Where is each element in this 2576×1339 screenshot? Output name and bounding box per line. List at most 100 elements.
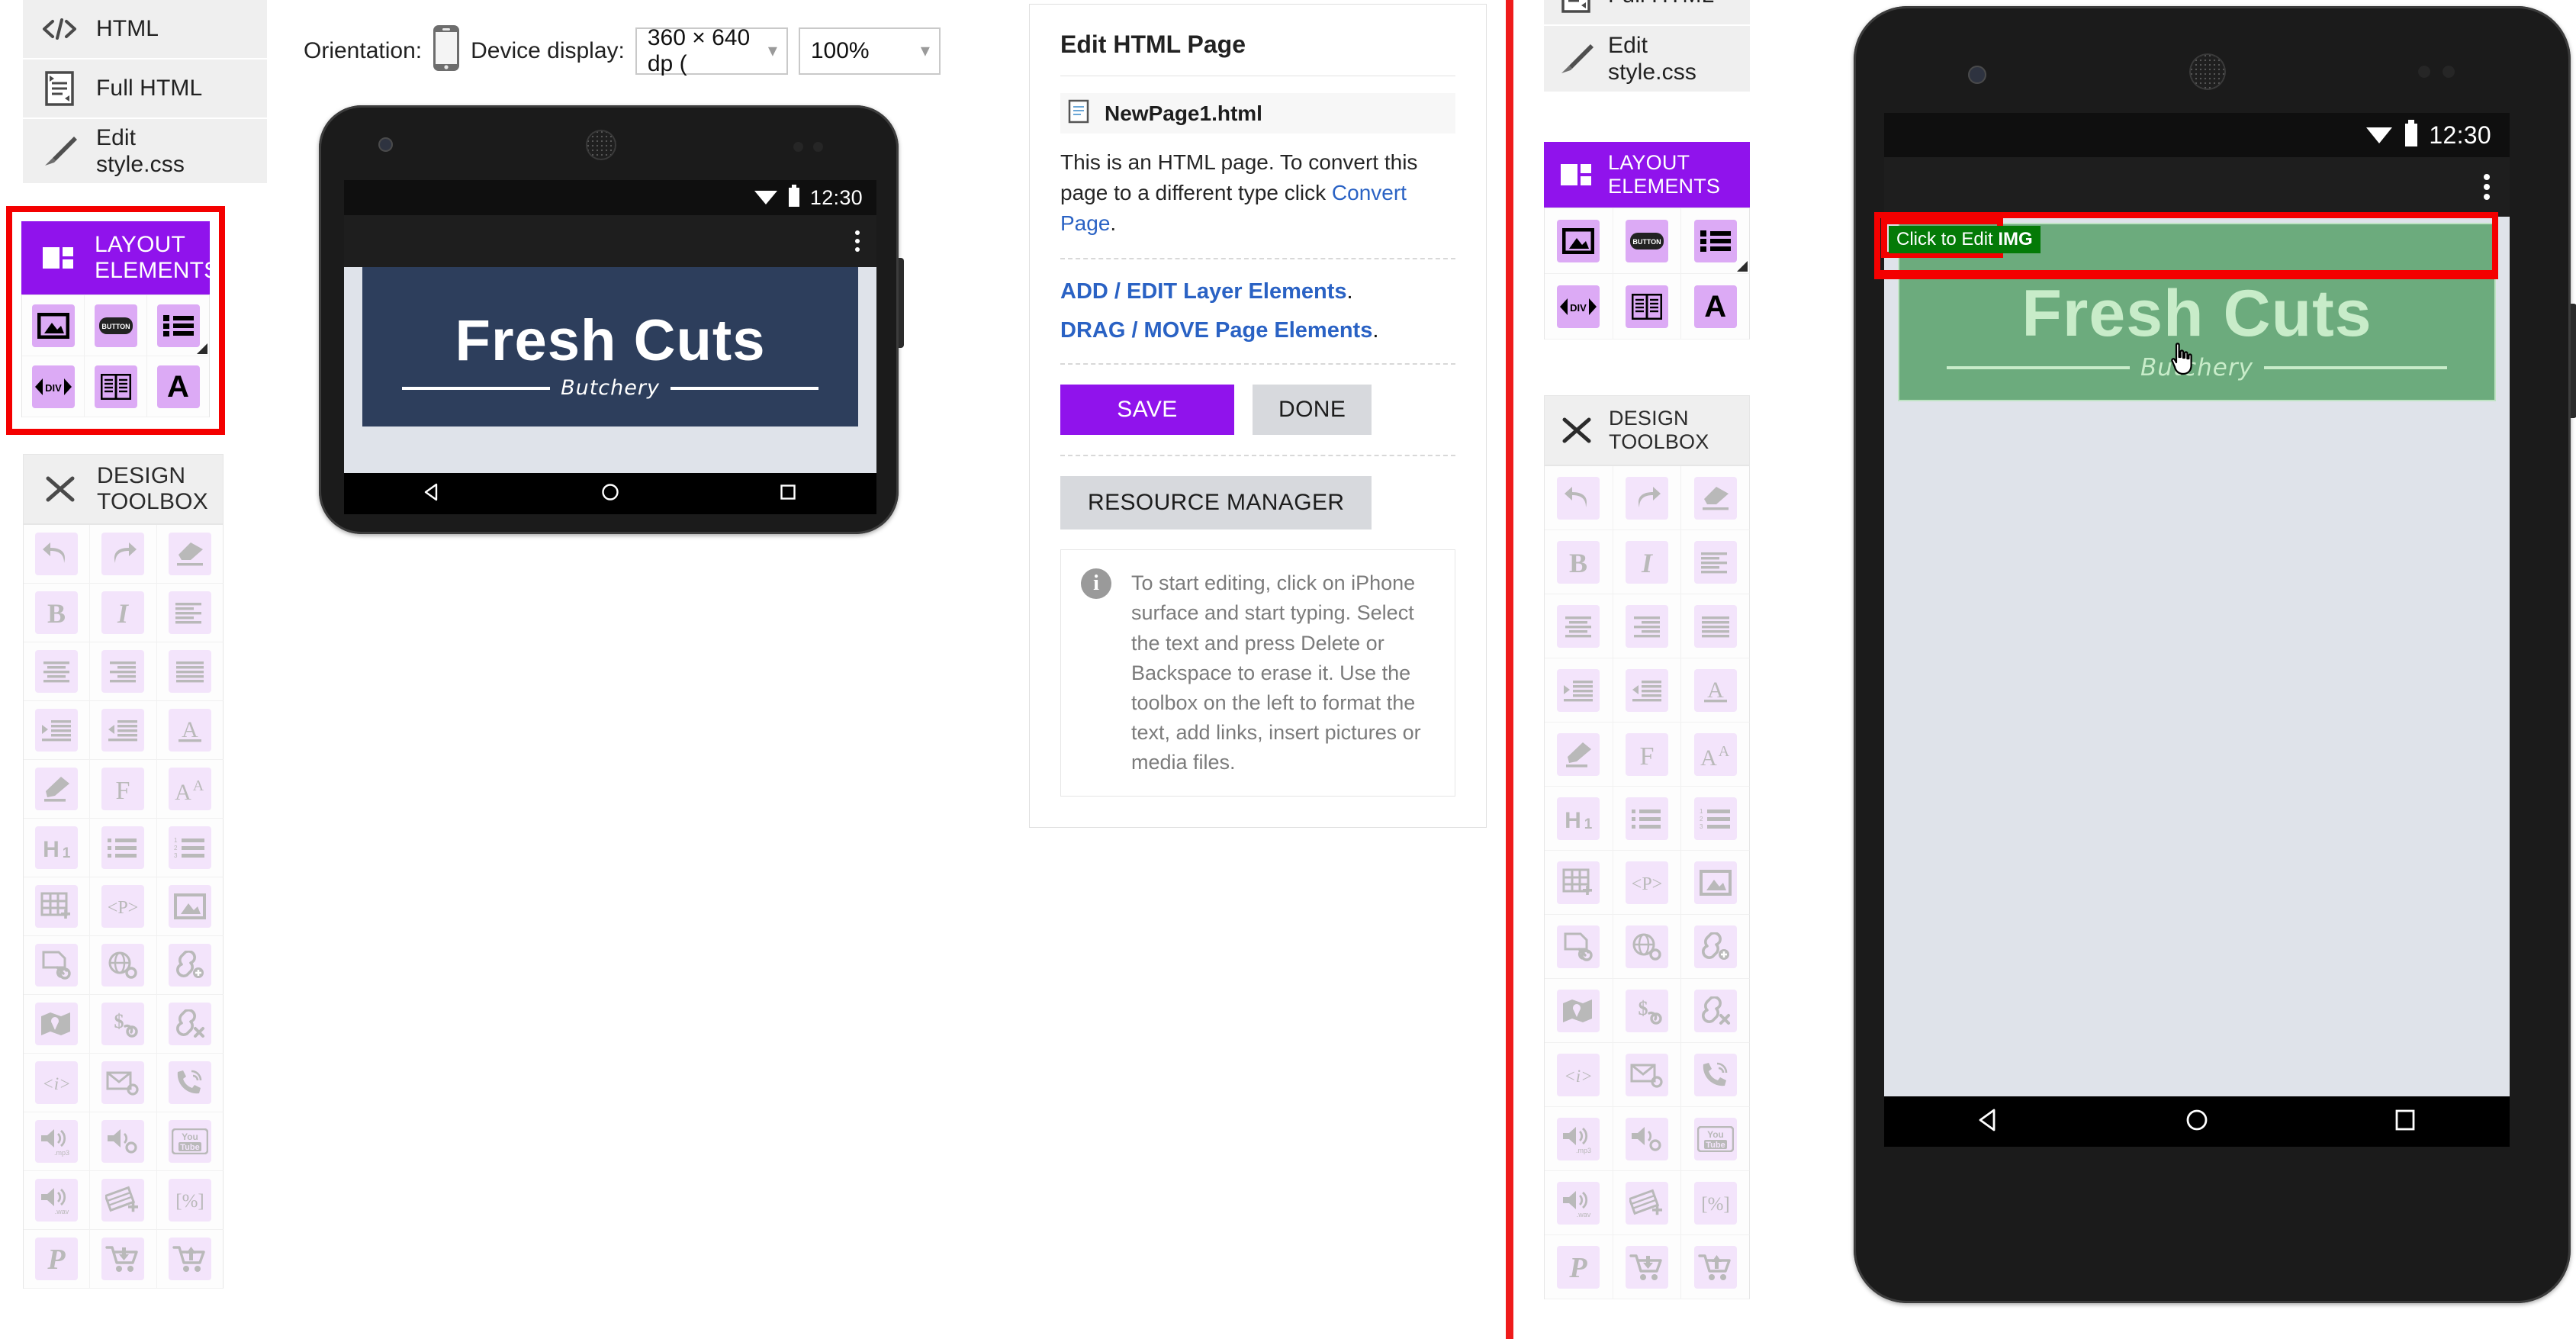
insert-button-tile[interactable]: BUTTON <box>1613 208 1682 274</box>
redo-tile[interactable] <box>90 525 157 584</box>
back-triangle-icon[interactable] <box>1976 1107 2002 1137</box>
align-right-tile[interactable] <box>1613 594 1682 658</box>
add-link-tile[interactable] <box>156 936 224 995</box>
numbered-list-tile[interactable]: 123 <box>1681 787 1750 851</box>
zoom-select[interactable]: 100% ▾ <box>798 27 941 75</box>
email-link-tile[interactable] <box>1613 1043 1682 1107</box>
file-link-tile[interactable] <box>1545 915 1613 979</box>
home-circle-icon[interactable] <box>2184 1107 2210 1137</box>
add-film-tile[interactable] <box>90 1171 157 1230</box>
audio-mp3-tile[interactable]: .mp3 <box>24 1112 91 1171</box>
highlighter-tile[interactable] <box>1545 723 1613 787</box>
kebab-menu-icon[interactable] <box>2484 174 2510 200</box>
insert-button-tile[interactable]: BUTTON <box>85 295 147 356</box>
insert-text-tile[interactable]: A <box>147 356 210 417</box>
insert-image-tile[interactable] <box>22 295 85 356</box>
italic-tag-tile[interactable]: <i> <box>24 1054 91 1112</box>
indent-decrease-tile[interactable] <box>1613 658 1682 723</box>
redo-tile[interactable] <box>1613 466 1682 530</box>
device-display-select[interactable]: 360 × 640 dp ( ▾ <box>635 25 788 76</box>
payment-link-tile[interactable]: $ <box>1613 979 1682 1043</box>
insert-table-tile[interactable] <box>24 877 91 936</box>
font-size-tile[interactable]: AA <box>156 760 224 819</box>
resource-manager-button[interactable]: RESOURCE MANAGER <box>1060 476 1372 530</box>
align-left-tile[interactable] <box>156 584 224 642</box>
italic-tag-tile[interactable]: <i> <box>1545 1043 1613 1107</box>
indent-increase-tile[interactable] <box>24 701 91 760</box>
underline-tile[interactable]: A <box>156 701 224 760</box>
email-link-tile[interactable] <box>90 1054 157 1112</box>
sidebar-item-html[interactable]: HTML <box>23 0 267 60</box>
kebab-menu-icon[interactable] <box>855 230 876 252</box>
add-edit-layer-elements-link[interactable]: ADD / EDIT Layer Elements <box>1060 279 1347 304</box>
phone-link-tile[interactable] <box>1681 1043 1750 1107</box>
indent-decrease-tile[interactable] <box>90 701 157 760</box>
italic-tile[interactable]: I <box>90 584 157 642</box>
insert-article-tile[interactable] <box>1613 274 1682 340</box>
align-justify-tile[interactable] <box>1681 594 1750 658</box>
phone-link-tile[interactable] <box>156 1054 224 1112</box>
payment-link-tile[interactable]: $ <box>90 995 157 1054</box>
insert-div-tile[interactable]: DIV <box>22 356 85 417</box>
layout-elements-header[interactable]: LAYOUT ELEMENTS <box>1544 142 1750 208</box>
bullet-list-tile[interactable] <box>90 819 157 877</box>
recents-square-icon[interactable] <box>2392 1107 2418 1137</box>
paypal-tile[interactable]: P <box>1545 1235 1613 1299</box>
youtube-tile[interactable]: You Tube <box>1681 1107 1750 1171</box>
cart-upload-tile[interactable] <box>156 1230 224 1289</box>
sidebar-item-full-html[interactable]: Full HTML <box>23 60 267 119</box>
cart-add-tile[interactable] <box>90 1230 157 1289</box>
align-left-tile[interactable] <box>1681 530 1750 594</box>
remove-link-tile[interactable] <box>156 995 224 1054</box>
sidebar-item-full-html[interactable]: Full HTML <box>1544 0 1750 26</box>
web-link-tile[interactable] <box>90 936 157 995</box>
bold-tile[interactable]: B <box>1545 530 1613 594</box>
add-film-tile[interactable] <box>1613 1171 1682 1235</box>
bold-tile[interactable]: B <box>24 584 91 642</box>
done-button[interactable]: DONE <box>1253 385 1372 436</box>
insert-picture-tile[interactable] <box>156 877 224 936</box>
file-link-tile[interactable] <box>24 936 91 995</box>
insert-list-tile[interactable] <box>1681 208 1750 274</box>
map-link-tile[interactable] <box>24 995 91 1054</box>
save-button[interactable]: SAVE <box>1060 385 1234 436</box>
audio-wav-tile[interactable]: .wav <box>1545 1171 1613 1235</box>
clear-format-tile[interactable]: A <box>156 525 224 584</box>
indent-increase-tile[interactable] <box>1545 658 1613 723</box>
back-triangle-icon[interactable] <box>423 482 442 506</box>
audio-link-tile[interactable] <box>1613 1107 1682 1171</box>
font-family-tile[interactable]: F <box>90 760 157 819</box>
add-link-tile[interactable] <box>1681 915 1750 979</box>
home-circle-icon[interactable] <box>600 482 620 506</box>
drag-move-page-elements-link[interactable]: DRAG / MOVE Page Elements <box>1060 318 1372 343</box>
layout-elements-header[interactable]: LAYOUT ELEMENTS <box>21 221 219 295</box>
align-justify-tile[interactable] <box>156 642 224 701</box>
design-toolbox-header[interactable]: DESIGN TOOLBOX <box>23 454 224 524</box>
paragraph-tag-tile[interactable]: <P> <box>1613 851 1682 915</box>
design-toolbox-header[interactable]: DESIGN TOOLBOX <box>1544 395 1750 465</box>
remove-link-tile[interactable] <box>1681 979 1750 1043</box>
insert-div-tile[interactable]: DIV <box>1545 274 1613 340</box>
heading-h1-tile[interactable]: H1 <box>24 819 91 877</box>
undo-tile[interactable] <box>24 525 91 584</box>
paragraph-tag-tile[interactable]: <P> <box>90 877 157 936</box>
audio-mp3-tile[interactable]: .mp3 <box>1545 1107 1613 1171</box>
highlighter-tile[interactable] <box>24 760 91 819</box>
insert-article-tile[interactable] <box>85 356 147 417</box>
align-center-tile[interactable] <box>24 642 91 701</box>
fresh-cuts-banner[interactable]: Fresh Cuts Butchery <box>362 267 858 426</box>
align-right-tile[interactable] <box>90 642 157 701</box>
italic-tile[interactable]: I <box>1613 530 1682 594</box>
sidebar-item-edit-style-css[interactable]: Edit style.css <box>23 119 267 185</box>
bullet-list-tile[interactable] <box>1613 787 1682 851</box>
web-link-tile[interactable] <box>1613 915 1682 979</box>
audio-wav-tile[interactable]: .wav <box>24 1171 91 1230</box>
align-center-tile[interactable] <box>1545 594 1613 658</box>
numbered-list-tile[interactable]: 123 <box>156 819 224 877</box>
insert-text-tile[interactable]: A <box>1681 274 1750 340</box>
paypal-tile[interactable]: P <box>24 1230 91 1289</box>
youtube-tile[interactable]: You Tube <box>156 1112 224 1171</box>
insert-list-tile[interactable] <box>147 295 210 356</box>
audio-link-tile[interactable] <box>90 1112 157 1171</box>
heading-h1-tile[interactable]: H1 <box>1545 787 1613 851</box>
